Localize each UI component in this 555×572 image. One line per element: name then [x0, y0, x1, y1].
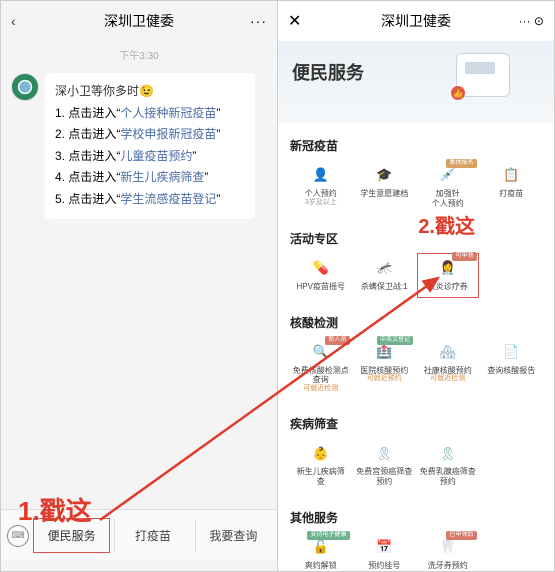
service-tile[interactable]: 中英文登记🏥医院核酸预约可就近预约: [354, 337, 416, 400]
tile-subtext: 可就近检测: [291, 385, 351, 393]
tile-label: 社康核酸预约: [418, 366, 478, 376]
tile-icon: 🏘: [437, 341, 459, 363]
service-tile[interactable]: 🎗 免费乳腺癌筛查预约: [417, 438, 479, 492]
timestamp: 下午3:30: [1, 41, 277, 68]
tile-icon: 📋: [500, 164, 522, 186]
annotation-step-2: 2.戳这: [418, 210, 475, 239]
chat-link-item[interactable]: 3. 点击进入“儿童疫苗预约”: [55, 146, 245, 168]
menu-query-button[interactable]: 我要查询: [195, 519, 271, 552]
tile-subtext: 可就近检测: [418, 375, 478, 383]
chat-header: ‹ 深圳卫健委 ···: [1, 1, 277, 41]
service-tile[interactable]: 👤 个人预约3岁及以上: [290, 160, 352, 214]
badge: 可申领: [452, 252, 476, 261]
tile-label: 洗牙券预约: [418, 561, 478, 571]
section-title: 核酸检测: [290, 306, 542, 337]
service-tile[interactable]: 💊 HPV疫苗摇号: [290, 253, 352, 298]
section: 新冠疫苗 👤 个人预约3岁及以上 🎓 学生意愿建档集体报名💉加强针个人预约 📋 打疫苗: [278, 123, 554, 216]
service-title: 深圳卫健委: [381, 11, 451, 31]
tile-subtext: 3岁及以上: [291, 199, 351, 207]
service-tile[interactable]: 集体报名💉加强针个人预约: [417, 160, 479, 214]
avatar[interactable]: [11, 73, 39, 101]
tile-label: HPV疫苗摇号: [291, 282, 351, 292]
menu-vaccine-button[interactable]: 打疫苗: [114, 519, 190, 552]
badge: 支持电子健康: [307, 531, 349, 540]
service-tile[interactable]: 📋 打疫苗: [481, 160, 543, 214]
section: 疾病筛查 👶 新生儿疾病筛查 🎗 免费宫颈癌筛查预约 🎗 免费乳腺癌筛查预约: [278, 401, 554, 494]
tile-label: 学生意愿建档: [355, 189, 415, 199]
service-header: ✕ 深圳卫健委 ··· ⊙: [278, 1, 554, 41]
section-title: 其他服务: [290, 501, 542, 532]
section-title: 活动专区: [290, 222, 542, 253]
section: 其他服务支持电子健康🔓爽约解锁 📅 预约挂号已申领后🦷洗牙券预约: [278, 495, 554, 571]
tile-label: 查询核酸报告: [482, 366, 542, 376]
tile-icon: 🦟: [373, 257, 395, 279]
thumbs-up-icon: 👍: [451, 86, 465, 100]
badge: 中英文登记: [377, 336, 413, 345]
badge: 已申领后: [446, 531, 476, 540]
banner: 便民服务 👍: [278, 41, 554, 123]
service-tile[interactable]: 🏘 社康核酸预约可就近检测: [417, 337, 479, 400]
service-tile[interactable]: 📅 预约挂号: [354, 532, 416, 571]
tile-label: 预约挂号: [355, 561, 415, 571]
tile-icon: 👤: [310, 164, 332, 186]
tile-icon: 📄: [500, 341, 522, 363]
service-tile[interactable]: 已申领后🦷洗牙券预约: [417, 532, 479, 571]
chat-panel: ‹ 深圳卫健委 ··· 下午3:30 深小卫等你多时😉 1. 点击进入“个人接种…: [1, 1, 278, 571]
tile-label: 打疫苗: [482, 189, 542, 199]
tile-icon: 👶: [310, 442, 332, 464]
service-tile[interactable]: 支持电子健康🔓爽约解锁: [290, 532, 352, 571]
tile-label: 医院核酸预约: [355, 366, 415, 376]
chat-link-item[interactable]: 5. 点击进入“学生流感疫苗登记”: [55, 189, 245, 211]
chat-title: 深圳卫健委: [104, 11, 174, 31]
tile-label: 皮炎诊疗券: [418, 282, 478, 292]
back-icon[interactable]: ‹: [11, 13, 16, 29]
wink-emoji: 😉: [139, 81, 154, 103]
menu-dots-icon[interactable]: ··· ⊙: [519, 14, 544, 28]
close-icon[interactable]: ✕: [288, 11, 301, 31]
tile-label: 免费乳腺癌筛查预约: [418, 467, 478, 486]
chat-link-item[interactable]: 1. 点击进入“个人接种新冠疫苗”: [55, 103, 245, 125]
tile-label: 加强针个人预约: [418, 189, 478, 208]
tile-label: 个人预约: [291, 189, 351, 199]
section-title: 疾病筛查: [290, 407, 542, 438]
service-panel: ✕ 深圳卫健委 ··· ⊙ 便民服务 👍 新冠疫苗 👤 个人预约3岁及以上 🎓 学生意愿…: [278, 1, 554, 571]
service-tile[interactable]: 📄 查询核酸报告: [481, 337, 543, 400]
tile-icon: 📅: [373, 536, 395, 558]
service-tile[interactable]: 新人员🔍免费核酸检测点查询可就近检测: [290, 337, 352, 400]
tile-label: 免费宫颈癌筛查预约: [355, 467, 415, 486]
tile-label: 杀螨保卫战:1: [355, 282, 415, 292]
section-title: 新冠疫苗: [290, 129, 542, 160]
banner-graphic: 👍: [456, 53, 536, 109]
service-tile[interactable]: 👶 新生儿疾病筛查: [290, 438, 352, 492]
tile-icon: 🎗: [437, 442, 459, 464]
section: 核酸检测新人员🔍免费核酸检测点查询可就近检测中英文登记🏥医院核酸预约可就近预约🏘…: [278, 300, 554, 402]
tile-icon: 💊: [310, 257, 332, 279]
message-bubble: 深小卫等你多时😉 1. 点击进入“个人接种新冠疫苗”2. 点击进入“学校申报新冠…: [45, 73, 255, 219]
service-tile[interactable]: 可申领👩‍⚕️皮炎诊疗券: [417, 253, 479, 298]
chat-link-item[interactable]: 2. 点击进入“学校申报新冠疫苗”: [55, 124, 245, 146]
service-tile[interactable]: 🎓 学生意愿建档: [354, 160, 416, 214]
badge: 集体报名: [446, 159, 476, 168]
service-tile[interactable]: 🎗 免费宫颈癌筛查预约: [354, 438, 416, 492]
chat-link-item[interactable]: 4. 点击进入“新生儿疾病筛查”: [55, 167, 245, 189]
tile-label: 新生儿疾病筛查: [291, 467, 351, 486]
tile-subtext: 可就近预约: [355, 375, 415, 383]
section: 活动专区 💊 HPV疫苗摇号 🦟 杀螨保卫战:1可申领👩‍⚕️皮炎诊疗券: [278, 216, 554, 300]
service-tile[interactable]: 🦟 杀螨保卫战:1: [354, 253, 416, 298]
tile-icon: 🎓: [373, 164, 395, 186]
badge: 新人员: [325, 336, 349, 345]
tile-label: 爽约解锁: [291, 561, 351, 571]
annotation-step-1: 1.戳这: [18, 491, 92, 528]
tile-icon: 🎗: [373, 442, 395, 464]
more-icon[interactable]: ···: [250, 13, 267, 29]
tile-label: 免费核酸检测点查询: [291, 366, 351, 385]
greeting-text: 深小卫等你多时: [55, 84, 139, 98]
